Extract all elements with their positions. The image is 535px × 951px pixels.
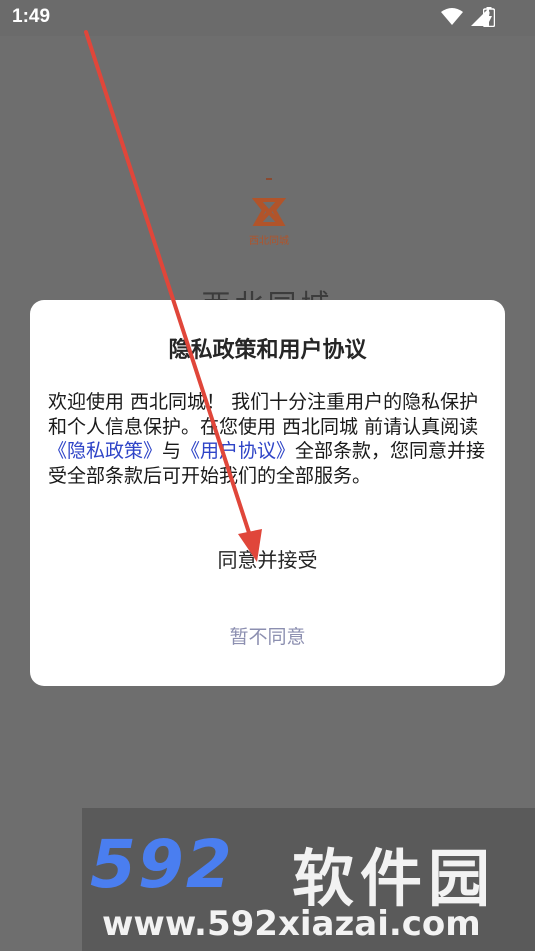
splash-logo: 西北同城 (246, 178, 292, 252)
body-text-and: 与 (162, 440, 182, 462)
dialog-body: 欢迎使用 西北同城！ 我们十分注重用户的隐私保护和个人信息保护。在您使用 西北同… (48, 390, 488, 488)
battery-icon (483, 7, 495, 27)
status-time: 1:49 (12, 6, 51, 27)
watermark-brand-number: 592 (90, 826, 234, 903)
status-icons (441, 8, 489, 26)
accept-button[interactable]: 同意并接受 (30, 544, 505, 573)
dialog-title: 隐私政策和用户协议 (168, 338, 367, 363)
status-bar: 1:49 (0, 0, 535, 36)
app-logo-label: 西北同城 (249, 236, 289, 247)
watermark-url: www.592xiazai.com (102, 904, 481, 944)
user-agreement-link[interactable]: 《用户协议》 (181, 440, 295, 462)
privacy-dialog: 隐私政策和用户协议 欢迎使用 西北同城！ 我们十分注重用户的隐私保护和个人信息保… (30, 300, 505, 686)
wifi-icon (441, 8, 463, 25)
privacy-policy-link[interactable]: 《隐私政策》 (48, 440, 162, 462)
site-watermark: 592 软件园 www.592xiazai.com (82, 808, 535, 951)
body-text-intro: 欢迎使用 西北同城！ 我们十分注重用户的隐私保护和个人信息保护。在您使用 西北同… (48, 391, 479, 438)
decline-button[interactable]: 暂不同意 (30, 622, 505, 649)
